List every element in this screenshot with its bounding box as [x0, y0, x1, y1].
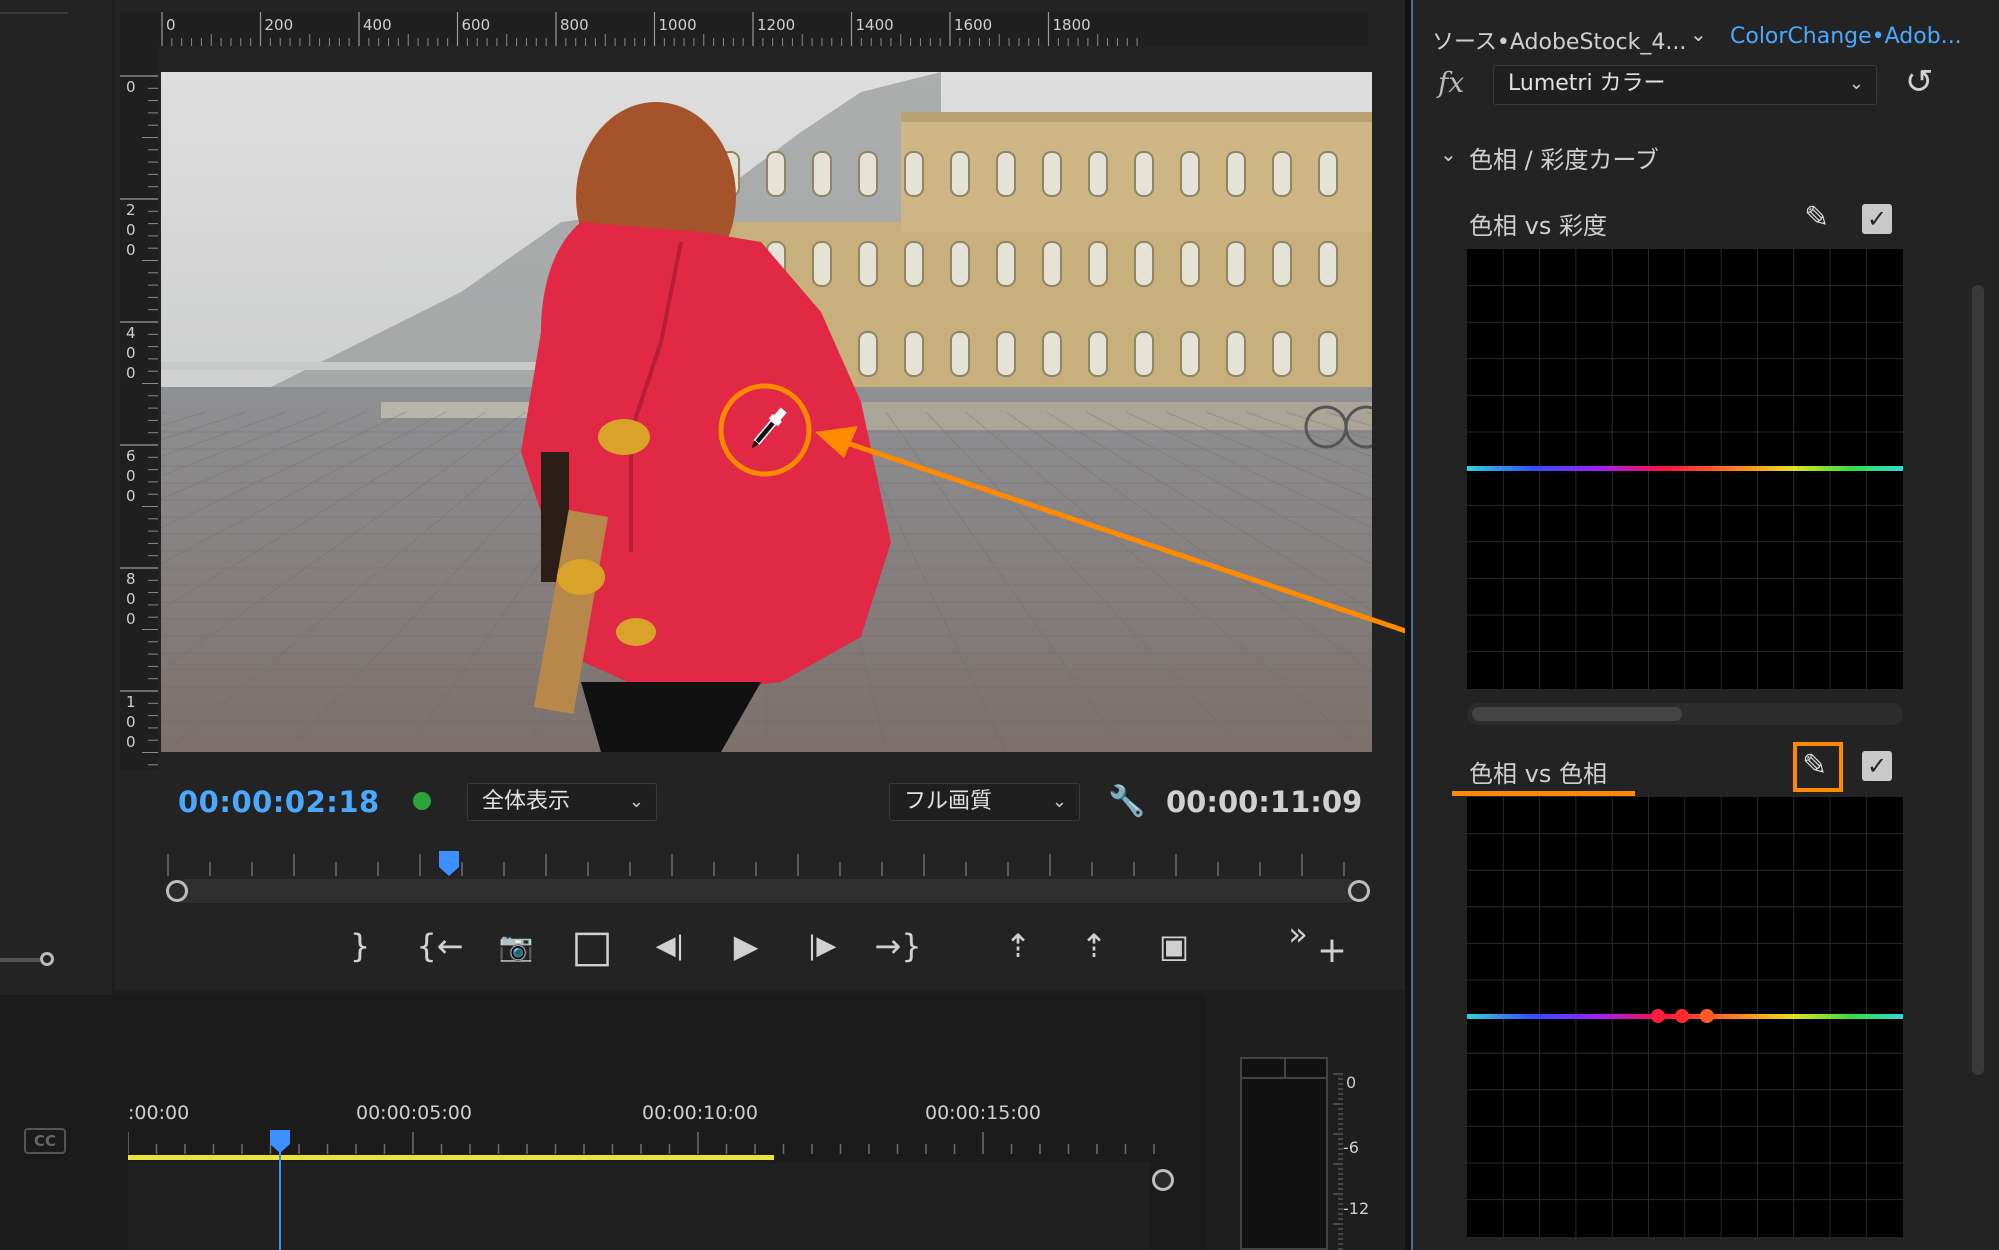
db-label: -12 — [1343, 1199, 1370, 1218]
meter-scale — [1333, 1073, 1343, 1250]
eyedropper-icon[interactable]: ✎ — [1804, 200, 1829, 235]
timeline-playhead[interactable] — [268, 1128, 292, 1154]
lift-button[interactable]: ⇡ — [992, 918, 1044, 974]
zoom-level-dropdown[interactable]: 全体表示 ⌄ — [467, 783, 657, 821]
section-title[interactable]: 色相 / 彩度カーブ — [1469, 140, 1659, 175]
go-to-in-button[interactable]: {← — [414, 918, 466, 974]
current-timecode[interactable]: 00:00:02:18 — [178, 785, 380, 819]
wrench-icon[interactable]: 🔧 — [1108, 784, 1145, 819]
curve-control-point[interactable] — [1651, 1009, 1665, 1023]
chevron-down-icon[interactable]: ⌄ — [1690, 22, 1707, 46]
go-to-out-button[interactable]: →} — [872, 918, 924, 974]
duration-timecode: 00:00:11:09 — [1166, 785, 1363, 819]
chevron-down-icon[interactable]: ⌄ — [1440, 142, 1457, 166]
hue-vs-hue-curve-graph[interactable] — [1467, 797, 1903, 1237]
effect-name: Lumetri カラー — [1508, 71, 1666, 96]
zoom-level-value: 全体表示 — [482, 789, 571, 814]
timeline-time-label: 00:00:05:00 — [356, 1102, 472, 1124]
work-area-bar[interactable] — [128, 1155, 774, 1160]
panel-focus-border — [1411, 0, 1413, 1250]
playhead[interactable] — [437, 849, 461, 877]
playback-resolution-value: フル画質 — [904, 789, 993, 814]
comparison-view-button[interactable]: ▣ — [1148, 918, 1200, 974]
timeline-time-label: 00:00:10:00 — [642, 1102, 758, 1124]
eyedropper-cursor-icon — [751, 407, 787, 449]
step-forward-button[interactable]: |▶ — [796, 918, 848, 974]
zoom-handle-right[interactable] — [1348, 880, 1370, 902]
hue-vs-hue-label: 色相 vs 色相 — [1469, 760, 1607, 788]
db-label: 0 — [1346, 1073, 1357, 1092]
sequence-clip-tab[interactable]: ColorChange•Adob... — [1730, 24, 1962, 49]
audio-meter — [1240, 1057, 1328, 1250]
playback-resolution-dropdown[interactable]: フル画質 ⌄ — [889, 783, 1080, 821]
play-button[interactable]: ▶ — [720, 918, 772, 974]
timeline-tracks[interactable] — [128, 1162, 1150, 1250]
reset-effect-icon[interactable]: ↺ — [1905, 62, 1934, 102]
panel-scrollbar[interactable] — [1972, 285, 1984, 1075]
db-label: -6 — [1343, 1138, 1359, 1157]
mark-out-button[interactable]: } — [334, 918, 386, 974]
export-frame-camera-icon[interactable]: 📷 — [490, 918, 542, 974]
effect-dropdown[interactable]: Lumetri カラー ⌄ — [1493, 65, 1877, 105]
source-clip-tab[interactable]: ソース•AdobeStock_4... — [1432, 24, 1686, 56]
zoom-scroll-bar[interactable] — [173, 879, 1359, 903]
hue-vs-sat-curve-graph[interactable] — [1467, 249, 1903, 689]
safe-margins-button[interactable]: □ — [566, 918, 618, 974]
hue-vs-sat-enable-checkbox[interactable]: ✓ — [1862, 204, 1892, 234]
annotation-underline — [1452, 791, 1635, 796]
timeline-time-label: 00:00:15:00 — [925, 1102, 1041, 1124]
extract-button[interactable]: ⇡ — [1068, 918, 1120, 974]
chevron-down-icon: ⌄ — [1848, 73, 1864, 94]
scrub-ruler[interactable] — [160, 850, 1360, 876]
fx-icon[interactable]: fx — [1438, 66, 1464, 99]
chevron-down-icon: ⌄ — [628, 791, 644, 812]
captions-icon[interactable]: CC — [24, 1128, 66, 1154]
timeline-playhead-line — [279, 1140, 281, 1250]
timeline-time-label: :00:00 — [128, 1102, 190, 1124]
timeline-zoom-handle[interactable] — [1152, 1169, 1174, 1191]
chevron-down-icon: ⌄ — [1051, 791, 1067, 812]
curve-control-point[interactable] — [1675, 1009, 1689, 1023]
button-editor-add-icon[interactable]: + — [1306, 922, 1358, 978]
hue-vs-hue-enable-checkbox[interactable]: ✓ — [1862, 751, 1892, 781]
status-indicator — [413, 792, 431, 810]
step-back-button[interactable]: ◀| — [644, 918, 696, 974]
curve-control-point[interactable] — [1700, 1009, 1714, 1023]
curve-scrollbar-thumb[interactable] — [1472, 707, 1682, 721]
zoom-handle-left[interactable] — [166, 880, 188, 902]
annotation-highlight-box — [1793, 742, 1843, 792]
hue-vs-sat-label: 色相 vs 彩度 — [1469, 212, 1607, 240]
transport-controls: } {← 📷 □ ◀| ▶ |▶ →} ⇡ ⇡ ▣ » + — [330, 915, 1370, 974]
